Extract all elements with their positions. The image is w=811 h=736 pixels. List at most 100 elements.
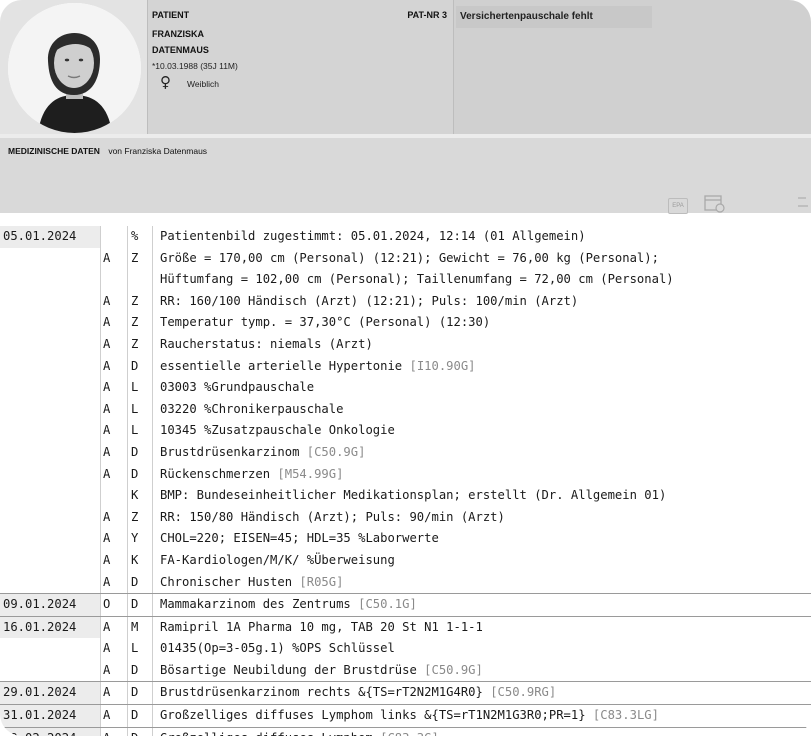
record-date [0,549,101,572]
record-row[interactable]: A Z RR: 160/100 Händisch (Arzt) (12:21); P… [0,290,811,313]
record-source: A [102,616,128,639]
record-entry: Rückenschmerzen [M54.99G] [160,464,343,486]
record-row[interactable]: A K FA-Kardiologen/M/K/ %Überweisung [0,549,811,572]
record-entry: 10345 %Zusatzpauschale Onkologie [160,420,395,442]
record-date: 09.01.2024 [0,594,101,616]
record-source [102,226,128,248]
record-row[interactable]: Hüftumfang = 102,00 cm (Personal); Taill… [0,269,811,291]
record-text: Bösartige Neubildung der Brustdrüse [160,662,425,677]
record-entry: Chronischer Husten [R05G] [160,572,343,594]
record-code: [C83.3G] [380,731,439,736]
record-type: Z [129,312,153,334]
record-entry: 03003 %Grundpauschale [160,377,314,399]
record-source: A [102,705,128,727]
notice-badge[interactable]: Versichertenpauschale fehlt [456,6,652,28]
record-row[interactable]: K BMP: Bundeseinheitlicher Medikationspla… [0,485,811,507]
record-type: L [129,398,153,421]
record-entry: Großzelliges diffuses Lymphom links &{TS… [160,705,659,727]
record-row[interactable]: A Dessentielle arterielle Hypertonie [I10… [0,355,811,378]
record-row[interactable]: A L 10345 %Zusatzpauschale Onkologie [0,420,811,442]
record-source: A [102,659,128,682]
record-entry: Ramipril 1A Pharma 10 mg, TAB 20 St N1 1… [160,617,483,639]
record-entry: Brustdrüsenkarzinom rechts &{TS=rT2N2M1G… [160,682,556,704]
record-type: M [129,616,153,639]
record-text: Raucherstatus: niemals (Arzt) [160,336,373,351]
section-header: MEDIZINISCHE DATEN von Franziska Datenma… [0,138,811,216]
patient-label: PATIENT [152,10,190,20]
record-row[interactable]: 16.01.2024 A M Ramipril 1A Pharma 10 mg, TA… [0,615,811,639]
record-text: BMP: Bundeseinheitlicher Medikationsplan… [160,488,667,503]
record-code: [C50.9G] [424,662,483,677]
record-row[interactable]: 31.01.2024 A D Großzelliges diffuses Lympho… [0,704,811,727]
record-row[interactable]: 05.01.2024% Patientenbild zugestimmt: 05.… [0,226,811,248]
section-author: von Franziska Datenmaus [108,146,208,156]
record-row[interactable]: A L 03003 %Grundpauschale [0,377,811,399]
record-entry: 01435(Op=3-05g.1) %OPS Schlüssel [160,638,395,660]
record-row[interactable]: A D Brustdrüsenkarzinom [C50.9G] [0,441,811,464]
record-date [0,398,101,421]
record-text: Großzelliges diffuses Lymphom [160,731,380,736]
record-row[interactable]: 19.02.2024AD Großzelliges diffuses Lympho… [0,726,811,736]
patient-first-name: FRANZISKA [152,29,204,39]
record-row[interactable]: A L 01435(Op=3-05g.1) %OPS Schlüssel [0,638,811,660]
record-date: 05.01.2024 [0,226,101,248]
record-code: [I10.90G] [409,358,476,373]
record-date [0,659,101,682]
patient-last-name: DATENMAUS [152,45,209,55]
record-row[interactable]: A Y CHOL=220; EISEN=45; HDL=35 %Laborwerte [0,528,811,550]
record-row[interactable]: A Z Größe = 170,00 cm (Personal) (12:21); … [0,247,811,270]
record-date [0,463,101,486]
record-row[interactable]: A Z Raucherstatus: niemals (Arzt) [0,333,811,356]
patient-info-panel: PATIENT PAT-NR 3 FRANZISKA DATENMAUS *10… [148,0,454,134]
record-row[interactable]: A D Rückenschmerzen [M54.99G] [0,463,811,486]
record-code: [C83.3LG] [592,708,659,723]
record-date [0,638,101,660]
record-source [102,485,128,507]
record-date [0,333,101,356]
record-text: Ramipril 1A Pharma 10 mg, TAB 20 St N1 1… [160,619,483,634]
record-code: [R05G] [299,574,344,589]
record-row[interactable]: 29.01.2024 A D Brustdrüsenkarzinom rechts &… [0,681,811,705]
record-row[interactable]: A L 03220 %Chronikerpauschale [0,398,811,421]
record-text: Brustdrüsenkarzinom rechts &{TS=rT2N2M1G… [160,685,491,700]
record-text: 01435(Op=3-05g.1) %OPS Schlüssel [160,641,395,656]
record-row[interactable]: A D Chronischer Husten [R05G] [0,571,811,594]
record-source [102,269,128,291]
avatar[interactable] [8,3,141,133]
record-entry: Brustdrüsenkarzinom [C50.9G] [160,442,365,464]
record-type: D [129,727,153,736]
record-date [0,571,101,594]
edge-arrow-icon[interactable] [796,194,810,216]
epa-button[interactable]: EPA [668,198,688,214]
record-entry: 03220 %Chronikerpauschale [160,399,343,421]
calendar-icon[interactable] [704,194,726,216]
record-text: Temperatur tymp. = 37,30°C (Personal) (1… [160,315,491,330]
record-source: A [102,638,128,660]
record-date [0,355,101,378]
record-type: D [129,682,153,705]
record-source: A [102,355,128,378]
record-type: Z [129,290,153,313]
record-date [0,290,101,313]
record-entry: Temperatur tymp. = 37,30°C (Personal) (1… [160,312,490,334]
patient-photo-panel [0,0,148,134]
record-row[interactable]: 09.01.2024 O D Mammakarzinom des Zentrums [… [0,593,811,616]
record-row[interactable]: A Z RR: 150/80 Händisch (Arzt); Puls: 90/m… [0,506,811,529]
record-text: CHOL=220; EISEN=45; HDL=35 %Laborwerte [160,531,439,546]
record-text: Chronischer Husten [160,574,300,589]
patient-birthdate: *10.03.1988 (35J 11M) [152,61,238,71]
record-date: 16.01.2024 [0,616,101,639]
record-text: 03003 %Grundpauschale [160,380,315,395]
record-entry: Patientenbild zugestimmt: 05.01.2024, 12… [160,226,586,248]
record-type: % [129,226,153,248]
record-text: Größe = 170,00 cm (Personal) (12:21); Ge… [160,250,659,265]
record-type: D [129,441,153,464]
record-entry: Größe = 170,00 cm (Personal) (12:21); Ge… [160,248,659,270]
record-type: D [129,571,153,594]
record-row[interactable]: A D Bösartige Neubildung der Brustdrüse [C… [0,659,811,682]
record-source: A [102,290,128,313]
record-text: 10345 %Zusatzpauschale Onkologie [160,423,395,438]
record-code: [C50.1G] [358,597,417,612]
record-row[interactable]: A Z Temperatur tymp. = 37,30°C (Personal) … [0,312,811,334]
record-entry: Mammakarzinom des Zentrums [C50.1G] [160,594,417,616]
